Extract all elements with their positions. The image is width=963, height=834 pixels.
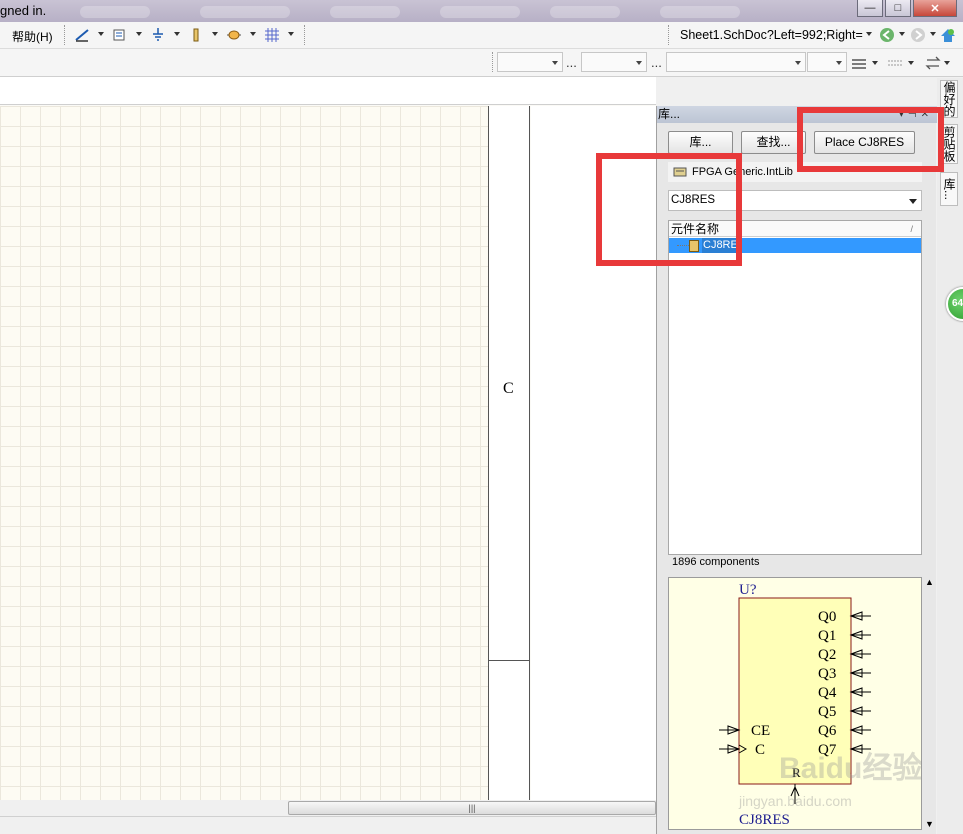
document-area: C |||: [0, 77, 656, 834]
home-icon[interactable]: [940, 27, 956, 43]
component-list[interactable]: 元件名称 / CJ8RE: [668, 220, 922, 555]
designator-text: U?: [739, 582, 757, 598]
taskbar-blur: [440, 6, 520, 18]
chevron-down-icon[interactable]: [866, 32, 872, 36]
chevron-down-icon: [552, 61, 558, 65]
minimize-button[interactable]: —: [857, 0, 883, 17]
more-ellipsis[interactable]: ...: [566, 55, 577, 70]
pin-q5: Q5: [818, 704, 836, 720]
chevron-down-icon[interactable]: [98, 32, 104, 36]
app-window: gned in. — □ ✕ 帮助(H) Sheet1.SchDoc?Left=…: [0, 0, 963, 834]
grid-tool-icon[interactable]: [264, 27, 280, 43]
chevron-down-icon[interactable]: [909, 199, 917, 204]
sheet-border-zone: [488, 106, 530, 800]
scroll-thumb[interactable]: |||: [288, 801, 656, 815]
component-tool-icon[interactable]: [188, 27, 204, 43]
chevron-down-icon: [795, 61, 801, 65]
main-toolbar: 帮助(H) Sheet1.SchDoc?Left=992;Right=: [0, 22, 963, 49]
horizontal-scrollbar[interactable]: |||: [0, 800, 656, 816]
zone-divider: [489, 660, 529, 661]
bus-tool-icon[interactable]: [112, 27, 128, 43]
taskbar-blur: [330, 6, 400, 18]
pin-q1: Q1: [818, 628, 836, 644]
chevron-down-icon: [836, 61, 842, 65]
chevron-down-icon[interactable]: [212, 32, 218, 36]
zone-label: C: [503, 380, 514, 397]
format-toolbar: ... ...: [0, 49, 963, 77]
watermark-url: jingyan.baidu.com: [738, 793, 852, 809]
highlight-box-place-button: [797, 107, 944, 172]
size-combo[interactable]: [581, 52, 647, 72]
scroll-up-icon[interactable]: ▲: [925, 577, 934, 587]
taskbar-blur: [200, 6, 290, 18]
highlight-box-library: [596, 153, 742, 266]
output-pin-lines: [849, 611, 871, 754]
ground-tool-icon[interactable]: [150, 27, 166, 43]
toolbar-separator: [492, 52, 494, 72]
pin-q3: Q3: [818, 666, 836, 682]
scroll-down-icon[interactable]: ▼: [925, 819, 934, 829]
title-bar: gned in. — □ ✕: [0, 0, 963, 22]
chevron-down-icon[interactable]: [944, 61, 950, 65]
pin-q4: Q4: [818, 685, 837, 701]
tab-libraries[interactable]: 库...: [940, 172, 958, 206]
style-combo[interactable]: [666, 52, 806, 72]
taskbar-blur: [660, 6, 740, 18]
pin-q6: Q6: [818, 723, 837, 739]
chevron-down-icon[interactable]: [899, 32, 905, 36]
back-icon[interactable]: [879, 27, 895, 43]
toolbar-separator: [668, 25, 670, 45]
chevron-down-icon[interactable]: [174, 32, 180, 36]
component-count: 1896 components: [672, 556, 760, 568]
pin-q0: Q0: [818, 609, 836, 625]
forward-icon[interactable]: [910, 27, 926, 43]
zoom-combo[interactable]: [807, 52, 847, 72]
toolbar-separator: [64, 25, 66, 45]
schematic-sheet[interactable]: [0, 106, 489, 800]
toolbar-separator: [304, 25, 306, 45]
taskbar-blur: [550, 6, 620, 18]
document-tab-strip: [0, 77, 656, 105]
maximize-button[interactable]: □: [885, 0, 911, 17]
window-controls: — □ ✕: [857, 0, 957, 17]
port-tool-icon[interactable]: [226, 27, 242, 43]
status-bar: [0, 816, 656, 834]
pin-c: C: [755, 742, 765, 758]
close-button[interactable]: ✕: [913, 0, 957, 17]
chevron-down-icon[interactable]: [872, 61, 878, 65]
preview-scrollbar[interactable]: ▲ ▼: [923, 577, 935, 832]
window-title: gned in.: [0, 3, 47, 18]
side-panel-tabs: 偏好的 剪贴板 库...: [937, 78, 963, 834]
component-symbol: U? Q0 Q1 Q2 Q3 Q4 Q5 Q6 Q7 CE C R Baidu经…: [719, 582, 922, 828]
chevron-down-icon[interactable]: [136, 32, 142, 36]
pin-ce: CE: [751, 723, 770, 739]
align-icon[interactable]: [851, 56, 867, 72]
chevron-down-icon: [636, 61, 642, 65]
distribute-icon[interactable]: [887, 56, 903, 72]
address-field[interactable]: Sheet1.SchDoc?Left=992;Right=: [676, 26, 874, 45]
more-ellipsis[interactable]: ...: [651, 55, 662, 70]
font-combo[interactable]: [497, 52, 563, 72]
part-name-text: CJ8RES: [739, 812, 790, 828]
libraries-button[interactable]: 库...: [668, 131, 733, 154]
taskbar-blur: [80, 6, 150, 18]
sort-indicator: /: [910, 224, 913, 234]
chevron-down-icon[interactable]: [930, 32, 936, 36]
chevron-down-icon[interactable]: [250, 32, 256, 36]
symbol-preview: U? Q0 Q1 Q2 Q3 Q4 Q5 Q6 Q7 CE C R Baidu经…: [668, 577, 922, 830]
menu-help[interactable]: 帮助(H): [12, 28, 53, 45]
watermark: Baidu经验: [779, 751, 922, 785]
swap-icon[interactable]: [925, 55, 941, 71]
chevron-down-icon[interactable]: [288, 32, 294, 36]
chevron-down-icon[interactable]: [908, 61, 914, 65]
pin-q2: Q2: [818, 647, 836, 663]
panel-title-text: 库...: [658, 107, 681, 121]
wire-tool-icon[interactable]: [74, 27, 90, 43]
